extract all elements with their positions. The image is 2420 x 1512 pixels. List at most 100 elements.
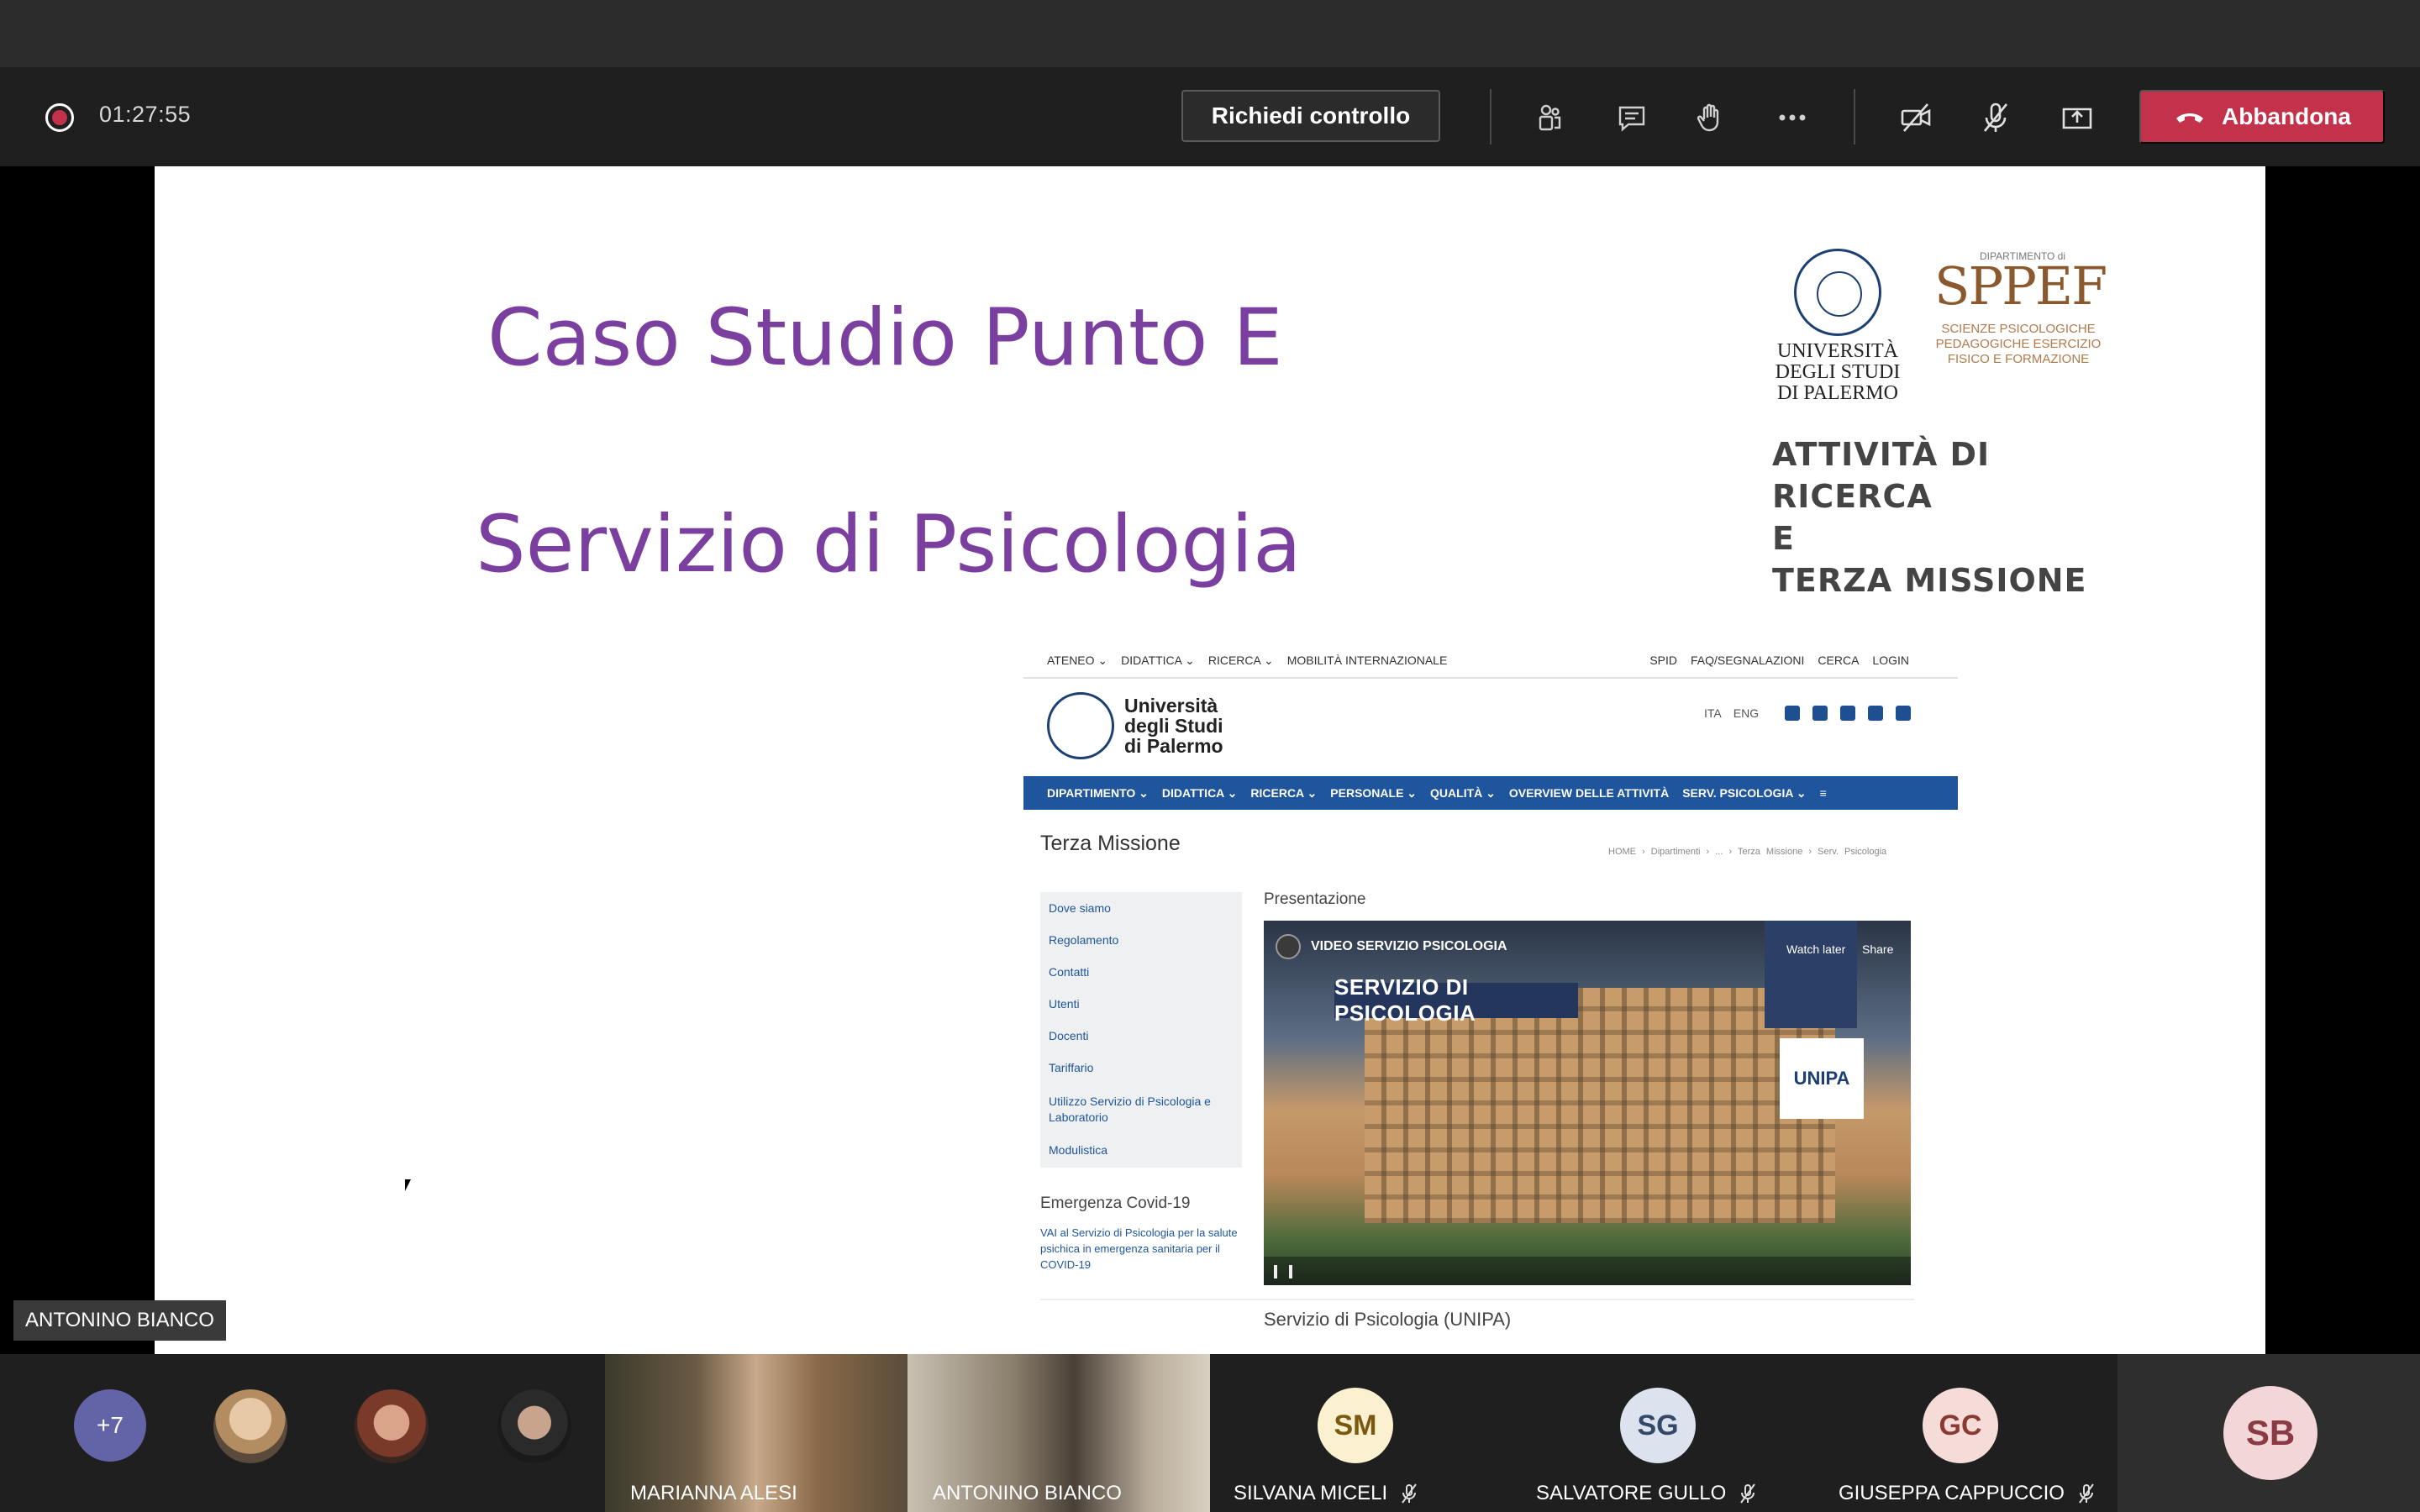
video-tile-marianna[interactable]: MARIANNA ALESI	[605, 1354, 908, 1512]
toolbar-divider	[1490, 89, 1491, 144]
sppef-dept-text: DIPARTIMENTO di	[1980, 250, 2066, 262]
emergenza-text: VAI al Servizio di Psicologia per la sal…	[1040, 1226, 1238, 1271]
lang-eng: ENG	[1733, 706, 1760, 720]
video-tile-name: MARIANNA ALESI	[630, 1482, 797, 1504]
participant-photo-avatar[interactable]	[497, 1389, 571, 1463]
sppef-mark: SPPEF	[1934, 255, 2107, 317]
participant-avatar: SG	[1620, 1388, 1696, 1463]
unipa-seal-icon	[1794, 249, 1881, 336]
site-language: ITA ENG	[1704, 706, 1759, 720]
teams-meeting-window: 01:27:55 Richiedi controllo Abbandona Ca…	[0, 0, 2420, 1512]
youtube-icon	[1840, 706, 1855, 721]
presentation-slide: Caso Studio Punto E Servizio di Psicolog…	[155, 166, 2265, 1354]
participant-tile-giuseppa[interactable]: GC GIUSEPPA CAPPUCCIO	[1815, 1354, 2118, 1512]
mic-off-icon[interactable]	[1974, 96, 2018, 139]
site-top-link: RICERCA ⌄	[1207, 654, 1274, 667]
site-nav-item: ≡	[1819, 786, 1827, 800]
sppef-subtitle: SCIENZE PSICOLOGICHE PEDAGOGICHE ESERCIZ…	[1935, 322, 2102, 366]
site-nav-item: SERV. PSICOLOGIA ⌄	[1682, 785, 1807, 800]
chat-icon[interactable]	[1610, 96, 1654, 139]
site-nav-bar: DIPARTIMENTO ⌄ DIDATTICA ⌄ RICERCA ⌄ PERSON…	[1023, 776, 1958, 810]
share-label: Share	[1862, 942, 1894, 956]
video-unipa-logo: UNIPA	[1780, 1038, 1864, 1119]
speaker-name-tag: ANTONINO BIANCO	[13, 1300, 226, 1341]
participant-avatar: SM	[1318, 1388, 1393, 1463]
site-nav-item: DIPARTIMENTO ⌄	[1047, 785, 1149, 800]
request-control-button[interactable]: Richiedi controllo	[1181, 90, 1440, 142]
video-thumbnail: UNIPA VIDEO SERVIZIO PSICOLOGIA Watch la…	[1264, 921, 1911, 1285]
participant-name: SALVATORE GULLO	[1536, 1482, 1727, 1504]
meeting-timer: 01:27:55	[99, 102, 192, 127]
recording-indicator-icon	[45, 103, 74, 132]
channel-avatar-icon	[1276, 934, 1301, 959]
logos: UNIVERSITÀ DEGLI STUDI DI PALERMO DIPART…	[1775, 249, 2144, 417]
leave-button[interactable]: Abbandona	[2139, 90, 2385, 144]
site-nav-item: QUALITÀ ⌄	[1430, 785, 1496, 800]
toolbar-divider	[1854, 89, 1855, 144]
site-nav-item: RICERCA ⌄	[1250, 785, 1318, 800]
research-heading: ATTIVITÀ DI RICERCA E TERZA MISSIONE	[1772, 433, 2142, 601]
research-line3: TERZA MISSIONE	[1772, 562, 2087, 599]
site-menu-item: Contatti	[1049, 965, 1090, 979]
site-top-link: FAQ/SEGNALAZIONI	[1691, 654, 1805, 667]
muted-mic-icon	[1740, 1483, 1756, 1504]
site-top-link: LOGIN	[1872, 654, 1909, 667]
slide-title-line2: Servizio di Psicologia	[476, 499, 1302, 591]
video-side-panel	[1765, 921, 1857, 1028]
site-menu-item: Utenti	[1049, 997, 1080, 1011]
site-top-link: ATENEO ⌄	[1047, 654, 1108, 667]
site-top-left-links: ATENEO ⌄ DIDATTICA ⌄ RICERCA ⌄ MOBILITÀ INT…	[1047, 654, 1447, 668]
participant-name-row: SILVANA MICELI	[1234, 1482, 1419, 1505]
lang-ita: ITA	[1704, 706, 1722, 720]
site-divider	[1040, 1299, 1914, 1300]
participant-name-row: SALVATORE GULLO	[1536, 1482, 1758, 1505]
participant-name-row: GIUSEPPA CAPPUCCIO	[1839, 1482, 2096, 1505]
raise-hand-icon[interactable]	[1689, 96, 1733, 139]
emergenza-title: Emergenza Covid-19	[1040, 1194, 1191, 1212]
unipa-logo: UNIVERSITÀ DEGLI STUDI DI PALERMO	[1775, 249, 1901, 404]
watch-later-label: Watch later	[1786, 942, 1846, 956]
site-nav-item: OVERVIEW DELLE ATTIVITÀ	[1508, 786, 1670, 800]
research-line1: ATTIVITÀ DI RICERCA	[1772, 436, 1991, 515]
video-controls	[1264, 1257, 1911, 1285]
self-view-tile[interactable]: SB	[2118, 1354, 2420, 1512]
self-avatar: SB	[2223, 1386, 2317, 1480]
twitter-icon	[1785, 706, 1800, 721]
site-menu-item: Docenti	[1049, 1029, 1089, 1042]
shared-screen: Caso Studio Punto E Servizio di Psicolog…	[0, 166, 2420, 1354]
site-top-link: SPID	[1649, 654, 1678, 667]
participant-photo-avatar[interactable]	[213, 1389, 287, 1463]
participant-photo-avatar[interactable]	[355, 1389, 429, 1463]
leave-label: Abbandona	[2222, 103, 2351, 129]
video-tile-name: ANTONINO BIANCO	[933, 1482, 1122, 1504]
participant-avatar: GC	[1923, 1388, 1998, 1463]
mouse-cursor-icon	[405, 1179, 417, 1191]
site-top-bar: ATENEO ⌄ DIDATTICA ⌄ RICERCA ⌄ MOBILITÀ INT…	[1023, 642, 1958, 679]
more-participants-button[interactable]: +7	[74, 1389, 146, 1462]
video-tile-antonino[interactable]: ANTONINO BIANCO	[908, 1354, 1210, 1512]
site-menu-item: Regolamento	[1049, 933, 1119, 947]
participant-name: GIUSEPPA CAPPUCCIO	[1839, 1482, 2065, 1504]
site-breadcrumb: HOME › Dipartimenti › ... › Terza Missio…	[1608, 847, 1887, 857]
site-menu-item: Tariffario	[1049, 1061, 1094, 1074]
sppef-logo: DIPARTIMENTO di SPPEF SCIENZE PSICOLOGIC…	[1934, 249, 2107, 367]
site-top-link: MOBILITÀ INTERNAZIONALE	[1286, 654, 1448, 667]
site-menu-item: Dove siamo	[1049, 901, 1111, 915]
instagram-icon	[1868, 706, 1883, 721]
participants-icon[interactable]	[1528, 96, 1571, 139]
participant-tile-silvana[interactable]: SM SILVANA MICELI	[1210, 1354, 1512, 1512]
research-line2: E	[1772, 520, 1795, 557]
share-screen-icon[interactable]	[2055, 96, 2099, 139]
participant-tile-salvatore[interactable]: SG SALVATORE GULLO	[1512, 1354, 1815, 1512]
site-nav-item: PERSONALE ⌄	[1330, 785, 1418, 800]
site-menu-item: Utilizzo Servizio di Psicologia e Labora…	[1049, 1095, 1211, 1124]
site-nav-item: DIDATTICA ⌄	[1161, 785, 1238, 800]
site-page-heading: Terza Missione	[1040, 832, 1181, 855]
site-brand: Università degli Studi di Palermo	[1047, 692, 1225, 759]
hang-up-icon	[2176, 113, 2203, 123]
participant-strip: +7 MARIANNA ALESI ANTONINO BIANCO SM SIL…	[0, 1354, 2420, 1512]
more-options-icon[interactable]	[1770, 96, 1814, 139]
camera-off-icon[interactable]	[1894, 96, 1938, 139]
website-screenshot: ATENEO ⌄ DIDATTICA ⌄ RICERCA ⌄ MOBILITÀ INT…	[1023, 642, 1958, 1354]
muted-mic-icon	[2079, 1483, 2094, 1504]
